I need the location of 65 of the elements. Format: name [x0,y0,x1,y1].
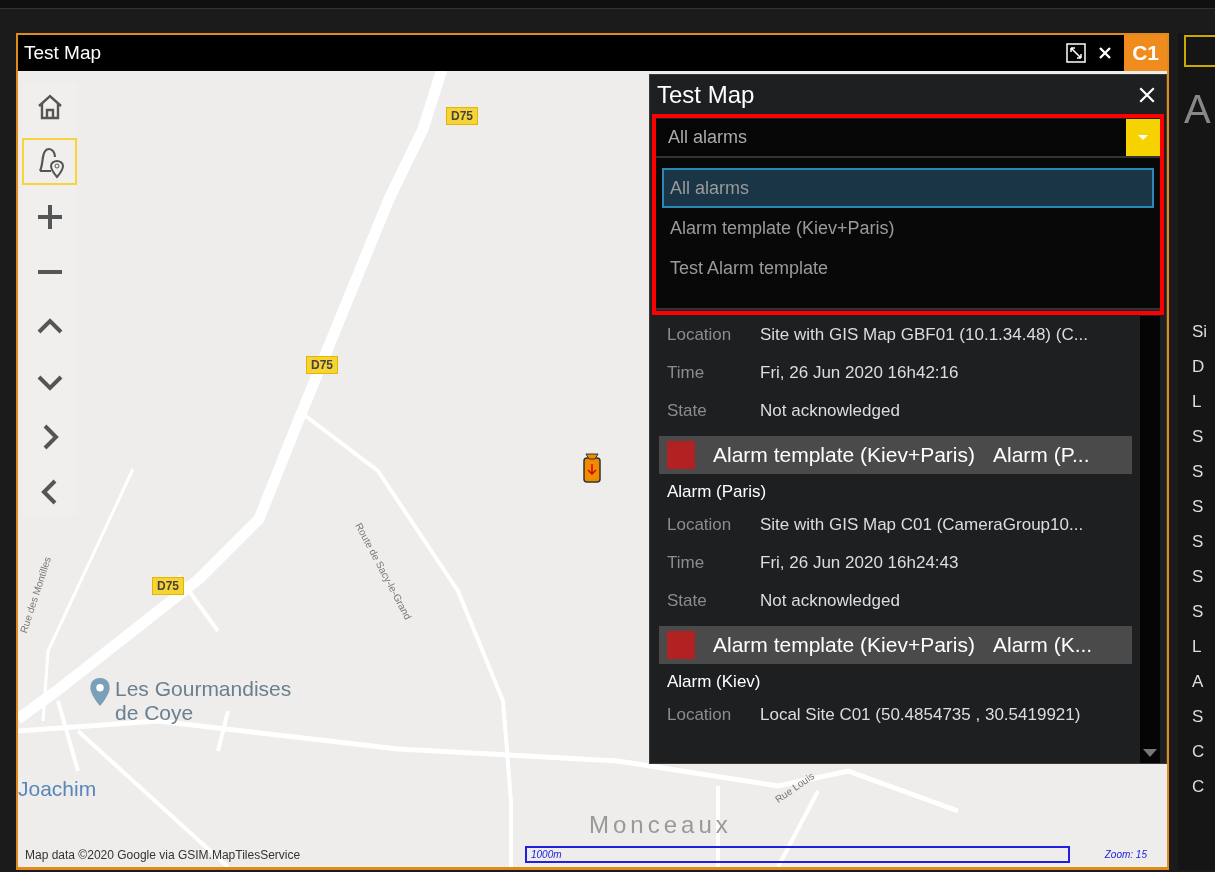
field-label: State [667,591,708,611]
field-value: Site with GIS Map C01 (CameraGroup10... [760,515,1084,535]
minus-icon [37,269,62,274]
field-label: Location [667,515,733,535]
dropdown-arrow-icon [1137,133,1149,142]
alarm-marker-icon[interactable] [582,452,602,484]
road-number-label: D75 [306,356,338,374]
field-value: Site with GIS Map GBF01 (10.1.34.48) (C... [760,325,1088,345]
list-item[interactable]: S [1178,462,1215,497]
alarm-filter-dropdown[interactable]: All alarms [656,119,1160,158]
list-item[interactable]: A [1178,672,1215,707]
field-value: Fri, 26 Jun 2020 16h42:16 [760,363,959,383]
list-item[interactable]: S [1178,707,1215,742]
list-item[interactable]: S [1178,567,1215,602]
dropdown-option[interactable]: Alarm template (Kiev+Paris) [662,208,1154,248]
field-label: Time [667,553,706,573]
alarm-title: Alarm (Kiev) [666,671,762,693]
panel-title: Test Map [657,81,755,109]
camera-badge: C1 [1124,35,1167,71]
list-item[interactable]: Si [1178,322,1215,357]
alarm-name: Alarm (P... [993,443,1090,467]
window-title: Test Map [23,42,102,64]
field-value: Fri, 26 Jun 2020 16h24:43 [760,553,959,573]
zoom-level: Zoom: 15 [1104,849,1147,860]
field-value: Not acknowledged [760,591,900,611]
alarm-header[interactable]: Alarm template (Kiev+Paris) Alarm (K... [659,626,1132,664]
list-item[interactable]: C [1178,742,1215,777]
list-item[interactable]: L [1178,392,1215,427]
search-field[interactable] [1184,35,1215,67]
alarm-pin-tool-button[interactable] [22,138,77,185]
field-label: Location [667,325,733,345]
list-item[interactable]: S [1178,602,1215,637]
close-icon[interactable] [1098,46,1113,60]
alarm-title: Alarm (Paris) [666,481,768,503]
alarm-template-name: Alarm template (Kiev+Paris) [713,633,975,657]
field-value: Not acknowledged [760,401,900,421]
alarm-header[interactable]: Alarm template (Kiev+Paris) Alarm (P... [659,436,1132,474]
maximize-icon[interactable] [1066,43,1087,63]
field-label: Time [667,363,706,383]
field-label: Location [667,705,733,725]
list-item[interactable]: S [1178,532,1215,567]
scale-bar: 1000m [525,846,1070,863]
panel-heading: A [1183,87,1212,132]
scroll-down-arrow-icon[interactable] [1143,749,1157,757]
place-label: Joachim [18,777,97,801]
map-attribution: Map data ©2020 Google via GSIM.MapTilesService [25,847,302,862]
field-value: Local Site C01 (50.4854735 , 30.5419921) [760,705,1081,725]
list-item[interactable]: D [1178,357,1215,392]
place-label: Les Gourmandises de Coye [115,677,293,726]
field-label: State [667,401,708,421]
map-pin-icon [89,677,111,707]
street-label: Rue Louis [773,770,817,805]
dropdown-option[interactable]: All alarms [662,168,1154,208]
place-label: Monceaux [589,811,732,839]
list-item[interactable]: S [1178,427,1215,462]
road-number-label: D75 [446,107,478,125]
alarm-name: Alarm (K... [993,633,1093,657]
road-number-label: D75 [152,577,184,595]
alarm-template-name: Alarm template (Kiev+Paris) [713,443,975,467]
dropdown-option[interactable]: Test Alarm template [662,248,1154,288]
list-item[interactable]: S [1178,497,1215,532]
list-item[interactable]: C [1178,777,1215,812]
close-icon[interactable] [1138,86,1156,104]
scrollbar[interactable] [1140,316,1160,763]
list-item[interactable]: L [1178,637,1215,672]
